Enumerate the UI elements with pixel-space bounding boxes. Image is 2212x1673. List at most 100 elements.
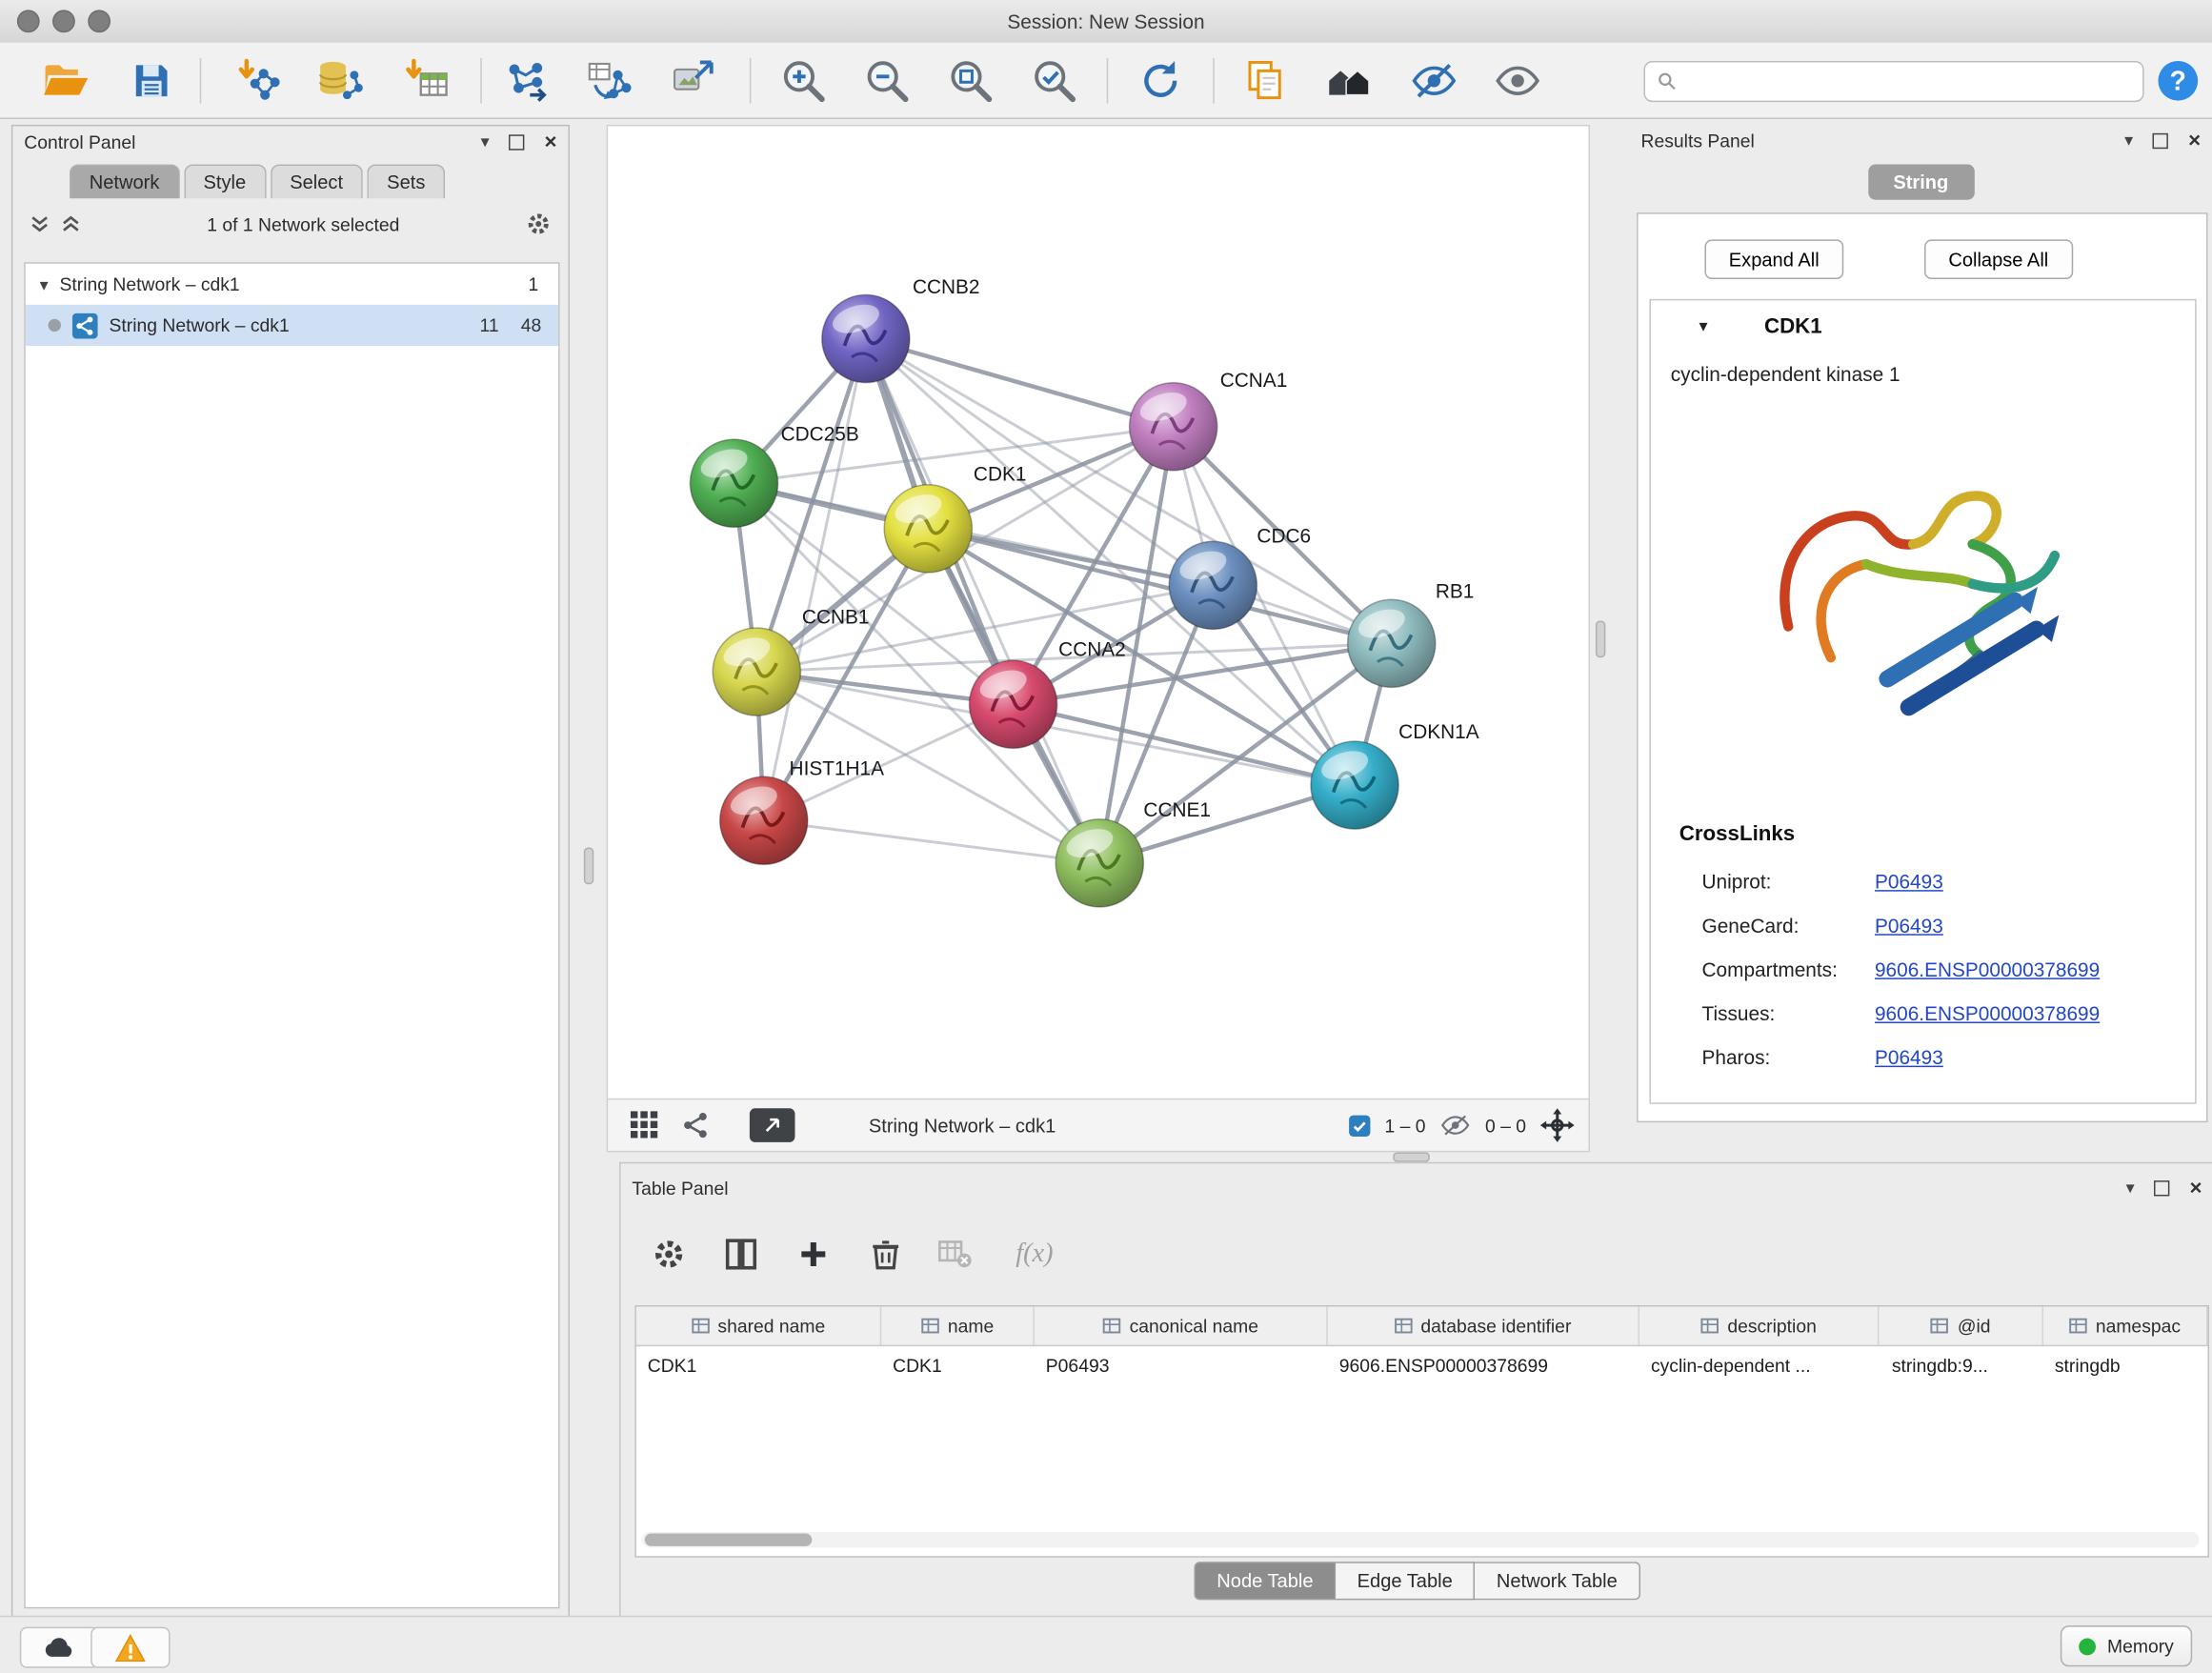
tab-sets[interactable]: Sets xyxy=(367,165,445,199)
delete-table-button[interactable] xyxy=(927,1226,984,1283)
crosslink-link[interactable]: P06493 xyxy=(1875,914,1943,937)
copy-button[interactable] xyxy=(1235,50,1297,111)
control-panel: Control Panel ▾ × NetworkStyleSelectSets… xyxy=(11,125,570,1619)
table-cell[interactable]: CDK1 xyxy=(881,1354,1035,1375)
open-session-icon xyxy=(41,57,90,106)
crosslink-link[interactable]: 9606.ENSP00000378699 xyxy=(1875,1001,2100,1024)
crosslink-link[interactable]: P06493 xyxy=(1875,870,1943,893)
node-label-CCNA2: CCNA2 xyxy=(1058,639,1126,661)
scrollbar-thumb[interactable] xyxy=(645,1533,813,1545)
show-all-button[interactable] xyxy=(1486,50,1548,111)
control-panel-close-icon[interactable]: × xyxy=(545,131,557,152)
collection-disclosure-icon[interactable]: ▾ xyxy=(40,275,49,292)
vertical-splitter-handle[interactable] xyxy=(584,848,593,885)
table-options-button[interactable] xyxy=(640,1226,697,1283)
table-cell[interactable]: stringdb:9... xyxy=(1880,1354,2043,1375)
tab-network[interactable]: Network xyxy=(70,165,179,199)
cloud-status-button[interactable] xyxy=(20,1627,99,1668)
column-header-database-identifier[interactable]: database identifier xyxy=(1328,1306,1639,1344)
column-header-namespac[interactable]: namespac xyxy=(2043,1306,2208,1344)
import-network-from-file-button[interactable] xyxy=(228,50,290,111)
network-from-selection-icon xyxy=(502,57,551,106)
zoom-fit-button[interactable] xyxy=(939,50,1001,111)
control-panel-float-icon[interactable] xyxy=(509,134,524,150)
network-canvas[interactable]: CCNB2CCNA1CDC25BCDK1CDC6RB1CCNB1CCNA2CDK… xyxy=(608,126,1588,1099)
horizontal-splitter-handle[interactable] xyxy=(1393,1152,1430,1161)
column-edit-icon xyxy=(691,1317,709,1335)
network-collection-row[interactable]: ▾ String Network – cdk1 1 xyxy=(26,264,558,305)
network-options-gear-icon[interactable] xyxy=(526,212,552,237)
results-panel-chevron-down-icon[interactable]: ▾ xyxy=(2124,131,2133,149)
control-panel-header: Control Panel ▾ × xyxy=(12,126,568,157)
tab-style[interactable]: Style xyxy=(184,165,266,199)
crosslink-label: GeneCard: xyxy=(1701,914,1874,937)
zoom-in-button[interactable] xyxy=(773,50,835,111)
crosslink-link[interactable]: 9606.ENSP00000378699 xyxy=(1875,957,2100,980)
column-header-shared-name[interactable]: shared name xyxy=(636,1306,881,1344)
collapse-all-button[interactable]: Collapse All xyxy=(1924,239,2073,279)
export-network-button[interactable] xyxy=(750,1108,795,1142)
crosslink-row: GeneCard:P06493 xyxy=(1651,903,2195,947)
tab-edge-table[interactable]: Edge Table xyxy=(1336,1562,1475,1600)
table-panel-chevron-down-icon[interactable]: ▾ xyxy=(2126,1179,2135,1197)
column-header-canonical-name[interactable]: canonical name xyxy=(1035,1306,1327,1344)
tab-string[interactable]: String xyxy=(1868,165,1975,200)
tab-select[interactable]: Select xyxy=(270,165,362,199)
zoom-selected-button[interactable] xyxy=(1023,50,1085,111)
network-type-button[interactable] xyxy=(681,1111,710,1139)
protein-disclosure-icon[interactable]: ▾ xyxy=(1699,316,1708,336)
collapse-all-networks-icon[interactable] xyxy=(61,214,81,234)
table-cell[interactable]: CDK1 xyxy=(636,1354,881,1375)
column-header-@id[interactable]: @id xyxy=(1880,1306,2042,1344)
collection-count: 1 xyxy=(528,273,538,294)
vertical-splitter-handle[interactable] xyxy=(1596,621,1605,658)
import-network-from-database-button[interactable] xyxy=(309,50,371,111)
protein-section-header[interactable]: ▾ CDK1 xyxy=(1651,300,2195,352)
expand-all-networks-icon[interactable] xyxy=(30,214,50,234)
network-row[interactable]: String Network – cdk1 11 48 xyxy=(26,305,558,346)
zoom-in-icon xyxy=(779,57,828,106)
delete-column-button[interactable] xyxy=(857,1226,915,1283)
horizontal-scrollbar[interactable] xyxy=(642,1532,2200,1547)
copy-icon xyxy=(1241,57,1290,106)
table-cell[interactable]: stringdb xyxy=(2043,1354,2208,1375)
help-button[interactable]: ? xyxy=(2147,50,2209,111)
zoom-out-button[interactable] xyxy=(855,50,917,111)
save-session-button[interactable] xyxy=(120,50,182,111)
show-columns-button[interactable] xyxy=(713,1226,770,1283)
warnings-button[interactable] xyxy=(90,1627,170,1668)
birds-eye-view-button[interactable] xyxy=(631,1111,659,1139)
pan-crosshair-icon[interactable] xyxy=(1540,1108,1575,1142)
memory-button[interactable]: Memory xyxy=(2061,1625,2192,1666)
table-cell[interactable]: 9606.ENSP00000378699 xyxy=(1328,1354,1639,1375)
function-builder-button[interactable]: f(x) xyxy=(997,1226,1071,1283)
apply-layout-button[interactable] xyxy=(1130,50,1192,111)
open-session-button[interactable] xyxy=(34,50,96,111)
network-from-selection-button[interactable] xyxy=(494,50,556,111)
results-panel-close-icon[interactable]: × xyxy=(2188,130,2201,151)
column-header-description[interactable]: description xyxy=(1639,1306,1880,1344)
export-image-button[interactable] xyxy=(662,50,724,111)
control-panel-chevron-down-icon[interactable]: ▾ xyxy=(481,133,490,151)
table-cell[interactable]: P06493 xyxy=(1035,1354,1328,1375)
results-panel-float-icon[interactable] xyxy=(2153,132,2168,148)
home-button[interactable] xyxy=(1319,50,1381,111)
import-table-from-file-icon xyxy=(402,57,451,106)
table-row[interactable]: CDK1CDK1P064939606.ENSP00000378699cyclin… xyxy=(636,1346,2208,1383)
expand-all-button[interactable]: Expand All xyxy=(1704,239,1842,279)
network-and-table-button[interactable] xyxy=(578,50,640,111)
tab-network-table[interactable]: Network Table xyxy=(1476,1562,1640,1600)
column-header-name[interactable]: name xyxy=(881,1306,1035,1344)
hide-selected-button[interactable] xyxy=(1403,50,1465,111)
tab-node-table[interactable]: Node Table xyxy=(1194,1562,1336,1600)
import-table-from-file-button[interactable] xyxy=(395,50,457,111)
table-panel-float-icon[interactable] xyxy=(2154,1179,2169,1195)
table-panel-close-icon[interactable]: × xyxy=(2190,1177,2202,1198)
selection-checkbox[interactable] xyxy=(1349,1115,1370,1136)
search-box[interactable] xyxy=(1644,61,2144,102)
table-cell[interactable]: cyclin-dependent ... xyxy=(1639,1354,1880,1375)
crosslink-link[interactable]: P06493 xyxy=(1875,1045,1943,1068)
protein-description: cyclin-dependent kinase 1 xyxy=(1671,363,1900,386)
create-column-button[interactable] xyxy=(785,1226,842,1283)
search-input[interactable] xyxy=(1686,70,2131,93)
